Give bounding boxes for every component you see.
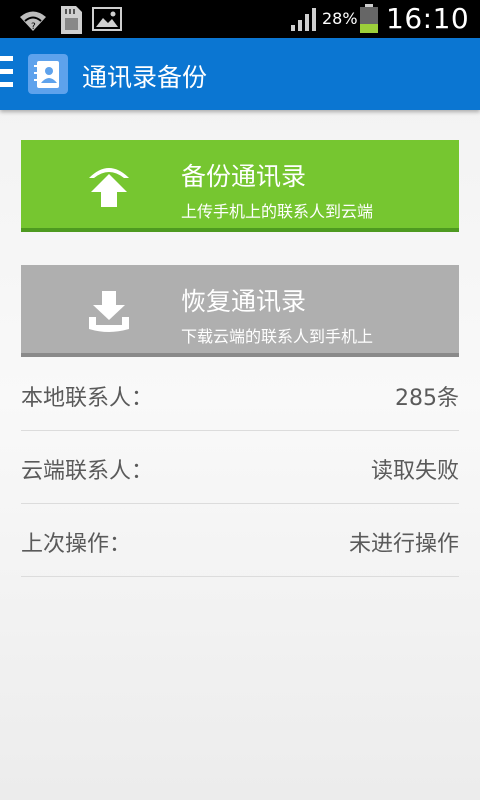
backup-contacts-button[interactable]: 备份通讯录 上传手机上的联系人到云端	[21, 140, 459, 232]
restore-contacts-button[interactable]: 恢复通讯录 下载云端的联系人到手机上	[21, 265, 459, 357]
upload-icon	[87, 162, 131, 214]
local-contacts-row: 本地联系人： 285条	[21, 358, 459, 431]
backup-title: 备份通讯录	[181, 162, 307, 191]
cloud-contacts-row: 云端联系人： 读取失败	[21, 431, 459, 504]
svg-text:?: ?	[31, 22, 36, 32]
battery-percent: 28%	[322, 9, 358, 28]
restore-subtitle: 下载云端的联系人到手机上	[181, 327, 374, 346]
last-operation-value: 未进行操作	[348, 532, 459, 557]
download-icon	[87, 287, 131, 339]
sd-card-icon	[58, 5, 84, 39]
cloud-contacts-value: 读取失败	[370, 459, 459, 484]
cloud-contacts-label: 云端联系人：	[21, 459, 154, 484]
image-icon	[92, 7, 122, 35]
wifi-icon: ?	[18, 8, 48, 36]
clock: 16:10	[386, 2, 470, 35]
menu-icon[interactable]	[0, 56, 16, 90]
last-operation-row: 上次操作： 未进行操作	[21, 504, 459, 577]
status-bar: ? 28% 16:10	[0, 0, 480, 38]
signal-icon	[290, 6, 320, 36]
contacts-book-icon	[28, 54, 68, 94]
page-title: 通讯录备份	[82, 63, 208, 92]
local-contacts-value: 285条	[395, 386, 459, 411]
restore-title: 恢复通讯录	[181, 287, 307, 316]
backup-subtitle: 上传手机上的联系人到云端	[181, 202, 374, 221]
local-contacts-label: 本地联系人：	[21, 386, 154, 411]
last-operation-label: 上次操作：	[21, 532, 132, 557]
battery-icon	[359, 4, 379, 38]
action-bar: 通讯录备份	[0, 38, 480, 110]
